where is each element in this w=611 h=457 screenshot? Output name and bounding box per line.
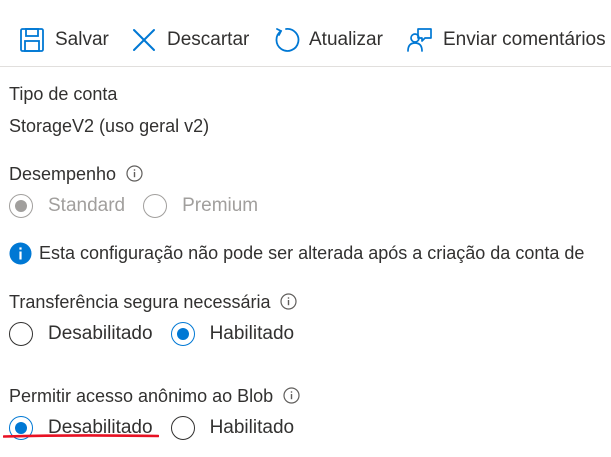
- toolbar-divider: [0, 66, 611, 67]
- radio-circle: [143, 194, 168, 218]
- performance-option-standard: Standard: [9, 194, 125, 218]
- close-icon: [130, 26, 158, 54]
- save-label: Salvar: [55, 29, 109, 50]
- account-type-label: Tipo de conta: [9, 84, 118, 104]
- discard-button[interactable]: Descartar: [130, 22, 249, 58]
- info-icon[interactable]: [280, 293, 298, 310]
- radio-label: Premium: [182, 195, 259, 216]
- secure-transfer-label-text: Transferência segura necessária: [9, 292, 271, 312]
- blob-access-option-enabled[interactable]: Habilitado: [170, 416, 295, 440]
- radio-circle: [170, 322, 195, 346]
- account-type-value: StorageV2 (uso geral v2): [9, 116, 210, 136]
- save-icon: [18, 26, 46, 54]
- refresh-icon: [272, 26, 300, 54]
- performance-label-text: Desempenho: [9, 164, 117, 184]
- info-icon[interactable]: [126, 165, 143, 182]
- refresh-label: Atualizar: [309, 29, 383, 50]
- radio-label: Standard: [48, 195, 126, 216]
- radio-circle: [9, 194, 33, 218]
- radio-label: Habilitado: [209, 417, 295, 438]
- performance-label: Desempenho: [9, 164, 143, 185]
- secure-transfer-option-enabled[interactable]: Habilitado: [170, 322, 295, 346]
- save-button[interactable]: Salvar: [18, 22, 109, 58]
- refresh-button[interactable]: Atualizar: [272, 22, 383, 58]
- performance-option-premium: Premium: [143, 194, 258, 218]
- info-notice: Esta configuração não pode ser alterada …: [9, 241, 611, 265]
- secure-transfer-radio-group: Desabilitado Habilitado: [9, 320, 312, 348]
- radio-circle: [170, 416, 195, 440]
- blob-anonymous-access-label-text: Permitir acesso anônimo ao Blob: [9, 386, 274, 406]
- performance-radio-group: Standard Premium: [9, 192, 276, 220]
- notice-text: Esta configuração não pode ser alterada …: [39, 242, 585, 263]
- discard-label: Descartar: [167, 29, 250, 50]
- send-feedback-button[interactable]: Enviar comentários: [406, 22, 606, 58]
- highlight-underline: [3, 433, 159, 439]
- radio-circle: [9, 322, 33, 346]
- feedback-icon: [406, 26, 434, 54]
- secure-transfer-option-disabled[interactable]: Desabilitado: [9, 322, 153, 346]
- blob-anonymous-access-label: Permitir acesso anônimo ao Blob: [9, 386, 300, 407]
- radio-label: Desabilitado: [48, 323, 153, 344]
- radio-label: Habilitado: [209, 323, 295, 344]
- info-filled-icon: [9, 242, 32, 265]
- secure-transfer-label: Transferência segura necessária: [9, 292, 298, 313]
- feedback-label: Enviar comentários: [443, 29, 606, 50]
- info-icon[interactable]: [283, 387, 300, 404]
